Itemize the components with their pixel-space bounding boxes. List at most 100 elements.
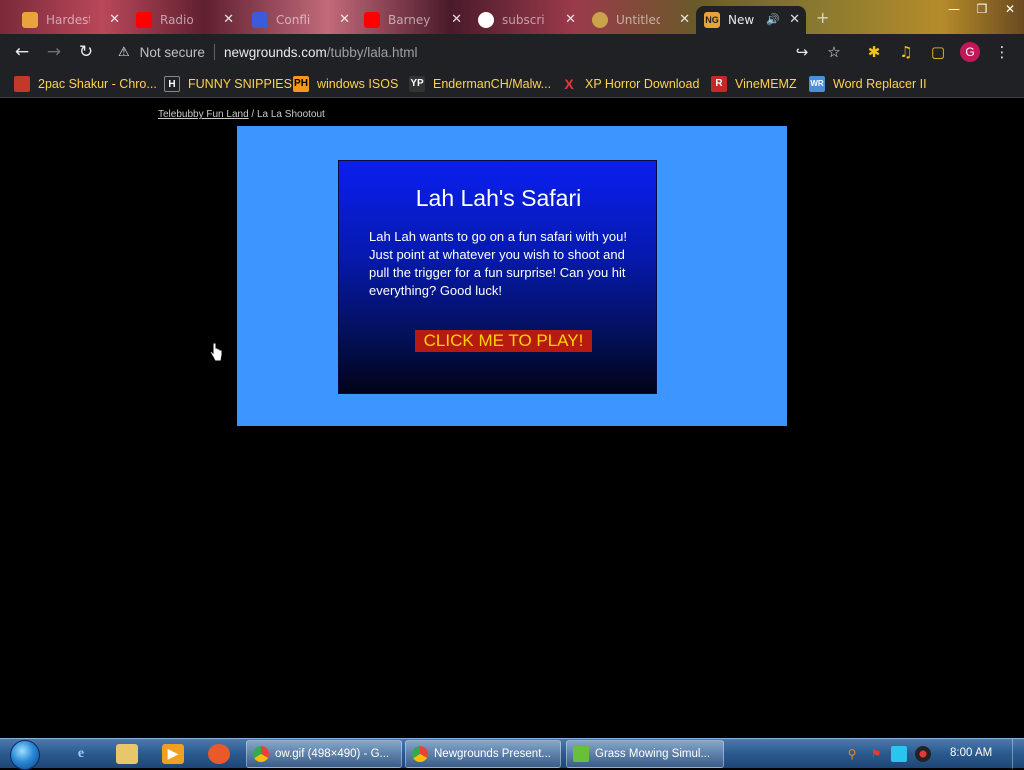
tab-title: Untitled (616, 13, 660, 27)
close-window-button[interactable]: ✕ (996, 0, 1024, 18)
reload-button[interactable]: ↻ (76, 42, 96, 62)
bookmark-endermanch[interactable]: YP EndermanCH/Malw... (409, 75, 551, 93)
warning-icon[interactable]: ⚠ (118, 45, 130, 60)
taskbar-item-label: Grass Mowing Simul... (595, 748, 711, 760)
game-title: Lah Lah's Safari (415, 185, 582, 211)
tab-barney[interactable]: Barney ✕ (356, 6, 468, 34)
share-icon[interactable]: ↪ (793, 43, 811, 61)
flag-tray-icon[interactable]: ⚑ (868, 746, 884, 762)
taskbar-clock[interactable]: 8:00 AM (950, 747, 992, 759)
windows-taskbar: e ▶ ow.gif (498×490) - G... Newgrounds P… (0, 738, 1024, 770)
tab-radio[interactable]: Radio ✕ (128, 6, 240, 34)
game-intro-panel: Lah Lah's Safari Lah Lah wants to go on … (338, 160, 657, 394)
taskbar-item-label: ow.gif (498×490) - G... (275, 748, 390, 760)
tab-title: Hardest (46, 13, 90, 27)
newgrounds-icon: NG (704, 12, 720, 28)
browser-tab-strip: Hardest ✕ Radio ✕ Confli ✕ Barney ✕ subs… (0, 0, 1024, 34)
bookmark-favicon-icon: H (164, 76, 180, 92)
play-button[interactable]: CLICK ME TO PLAY! (415, 330, 592, 352)
speaker-icon[interactable]: 🔊 (766, 13, 780, 26)
breadcrumb-link-telebubby[interactable]: Telebubby Fun Land (158, 109, 249, 120)
breadcrumb-separator: / (248, 109, 257, 120)
youtube-icon (364, 12, 380, 28)
tab-close-icon[interactable]: ✕ (789, 12, 800, 27)
tab-confli[interactable]: Confli ✕ (244, 6, 356, 34)
bookmark-label: FUNNY SNIPPIES (188, 77, 292, 91)
menu-kebab-icon[interactable]: ⋮ (993, 43, 1011, 61)
bookmark-star-icon[interactable]: ☆ (825, 43, 843, 61)
maximize-button[interactable]: ❒ (968, 0, 996, 18)
bookmark-xp-horror[interactable]: X XP Horror Download (561, 75, 699, 93)
game-app-icon (573, 746, 589, 762)
profile-avatar[interactable]: G (960, 42, 980, 62)
back-button[interactable]: ← (12, 42, 32, 62)
tab-title: Radio (160, 13, 194, 27)
bookmark-label: Word Replacer II (833, 77, 927, 91)
bookmark-favicon-icon: YP (409, 76, 425, 92)
tab-close-icon[interactable]: ✕ (451, 12, 462, 27)
tab-close-icon[interactable]: ✕ (565, 12, 576, 27)
page-content: Telebubby Fun Land / La La Shootout Lah … (0, 98, 1024, 738)
browser-toolbar: ← → ↻ ⚠ Not secure newgrounds.com /tubby… (0, 34, 1024, 70)
breadcrumb: Telebubby Fun Land / La La Shootout (158, 109, 325, 120)
bookmark-label: VineMEMZ (735, 77, 797, 91)
bookmark-word-replacer[interactable]: WR Word Replacer II (809, 75, 927, 93)
minimize-button[interactable]: — (940, 0, 968, 18)
side-panel-icon[interactable]: ▢ (929, 43, 947, 61)
bookmark-label: EndermanCH/Malw... (433, 77, 552, 91)
tab-favicon-icon (592, 12, 608, 28)
chrome-icon (412, 746, 428, 762)
bookmark-2pac[interactable]: 2pac Shakur - Chro... (14, 75, 157, 93)
tab-close-icon[interactable]: ✕ (223, 12, 234, 27)
file-explorer-icon[interactable] (116, 744, 138, 764)
tab-newgrounds-active[interactable]: NG New 🔊 ✕ (696, 6, 806, 34)
security-status[interactable]: Not secure (140, 45, 205, 60)
hand-cursor-icon (209, 342, 223, 362)
media-player-icon[interactable]: ▶ (162, 744, 184, 764)
tab-title: Confli (276, 13, 311, 27)
show-desktop-button[interactable] (1012, 739, 1024, 769)
tab-favicon-icon (252, 12, 268, 28)
extensions-icon[interactable]: ✱ (865, 43, 883, 61)
bookmark-favicon-icon: PH (293, 76, 309, 92)
address-bar[interactable]: ⚠ Not secure newgrounds.com /tubby/lala.… (106, 39, 858, 65)
youtube-icon (136, 12, 152, 28)
bookmark-label: XP Horror Download (585, 77, 700, 91)
taskbar-item-ow-gif[interactable]: ow.gif (498×490) - G... (246, 740, 402, 768)
tab-close-icon[interactable]: ✕ (339, 12, 350, 27)
taskbar-item-label: Newgrounds Present... (434, 748, 551, 760)
tab-untitled[interactable]: Untitled ✕ (584, 6, 696, 34)
tab-title: Barney (388, 13, 431, 27)
taskbar-item-newgrounds[interactable]: Newgrounds Present... (405, 740, 561, 768)
bookmark-favicon-icon: WR (809, 76, 825, 92)
address-divider (213, 44, 215, 60)
tab-hardest[interactable]: Hardest ✕ (14, 6, 126, 34)
url-path: /tubby/lala.html (326, 44, 418, 60)
bookmark-windows-isos[interactable]: PH windows ISOS (293, 75, 398, 93)
media-control-icon[interactable]: ♫ (897, 43, 915, 61)
game-frame[interactable]: Lah Lah's Safari Lah Lah wants to go on … (237, 126, 787, 426)
search-tray-icon[interactable]: ⚲ (844, 746, 860, 762)
start-button[interactable] (10, 740, 40, 770)
paint-icon[interactable] (208, 744, 230, 764)
tab-title: subscri (502, 13, 545, 27)
bookmark-funny-snippies[interactable]: H FUNNY SNIPPIES (164, 75, 292, 93)
url-host: newgrounds.com (223, 44, 327, 60)
bookmark-vinememz[interactable]: R VineMEMZ (711, 75, 797, 93)
network-tray-icon[interactable] (891, 746, 907, 762)
bookmark-label: 2pac Shakur - Chro... (38, 77, 157, 91)
bookmarks-bar: 2pac Shakur - Chro... H FUNNY SNIPPIES P… (0, 70, 1024, 98)
bookmark-label: windows ISOS (317, 77, 399, 91)
forward-button[interactable]: → (44, 42, 64, 62)
tab-title: New (728, 13, 755, 27)
game-description: Lah Lah wants to go on a fun safari with… (369, 229, 628, 298)
new-tab-button[interactable]: + (816, 8, 829, 27)
google-icon (478, 12, 494, 28)
tab-close-icon[interactable]: ✕ (679, 12, 690, 27)
volume-tray-icon[interactable] (915, 746, 931, 762)
taskbar-item-grass-mowing[interactable]: Grass Mowing Simul... (566, 740, 724, 768)
tab-subscribe[interactable]: subscri ✕ (470, 6, 582, 34)
tab-close-icon[interactable]: ✕ (109, 12, 120, 27)
chrome-icon (253, 746, 269, 762)
internet-explorer-icon[interactable]: e (70, 744, 92, 764)
